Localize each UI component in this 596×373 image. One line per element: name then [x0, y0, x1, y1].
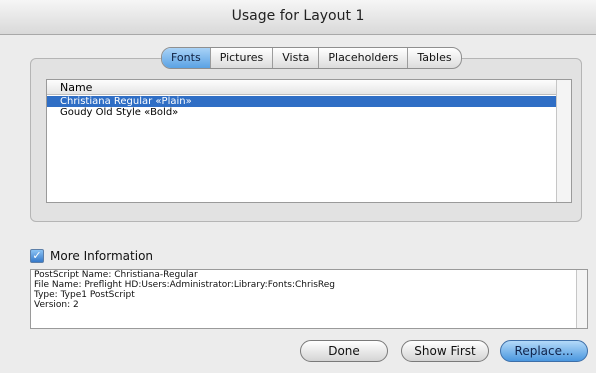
tab-vista[interactable]: Vista [273, 48, 320, 68]
title-bar: Usage for Layout 1 [0, 0, 596, 35]
list-item[interactable]: Christiana Regular «Plain» [47, 96, 557, 107]
list-scrollbar[interactable] [556, 80, 571, 202]
postscript-name: PostScript Name: Christiana-Regular [34, 270, 198, 280]
list-item[interactable]: Goudy Old Style «Bold» [47, 107, 557, 118]
tab-bar: Fonts Pictures Vista Placeholders Tables [161, 47, 462, 69]
info-scrollbar[interactable] [576, 270, 587, 328]
more-info-toggle[interactable]: ✓ More Information [30, 248, 153, 264]
font-type: Type: Type1 PostScript [34, 290, 135, 300]
tab-tables[interactable]: Tables [408, 48, 460, 68]
tab-pictures[interactable]: Pictures [211, 48, 274, 68]
more-info-checkbox[interactable]: ✓ [30, 249, 44, 263]
more-info-label: More Information [50, 249, 154, 263]
font-list: Name Christiana Regular «Plain» Goudy Ol… [46, 79, 572, 203]
window-title: Usage for Layout 1 [231, 8, 365, 24]
tab-fonts[interactable]: Fonts [162, 48, 211, 68]
font-version: Version: 2 [34, 300, 79, 310]
file-name: File Name: Preflight HD:Users:Administra… [34, 280, 335, 290]
show-first-button[interactable]: Show First [401, 340, 489, 362]
done-button[interactable]: Done [300, 340, 388, 362]
column-header-name[interactable]: Name [47, 80, 557, 95]
tab-placeholders[interactable]: Placeholders [319, 48, 409, 68]
info-box: PostScript Name: Christiana-Regular File… [30, 269, 588, 329]
replace-button[interactable]: Replace... [500, 340, 588, 362]
